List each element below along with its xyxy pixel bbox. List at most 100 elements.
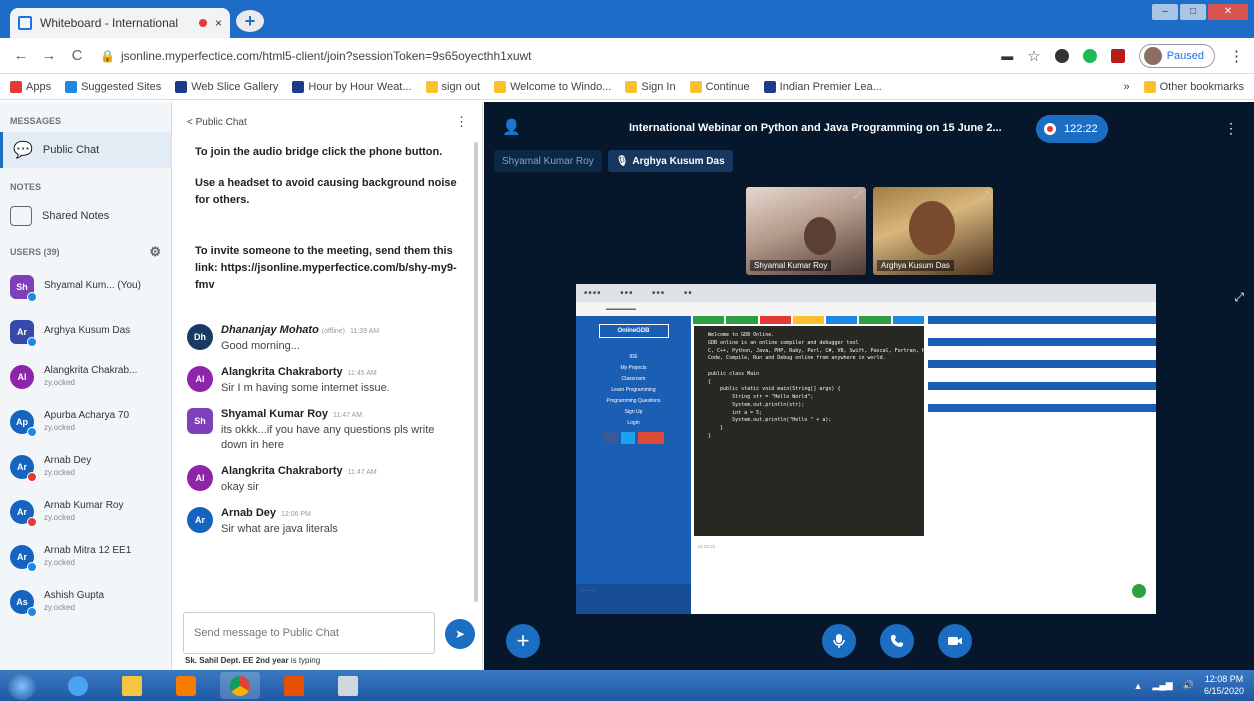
browser-tab[interactable]: Whiteboard - International × <box>10 8 230 38</box>
apps-grid-icon <box>10 80 22 93</box>
chat-options-icon[interactable]: ⋮ <box>455 114 468 130</box>
user-list-toggle-icon[interactable]: 👤 <box>502 118 521 136</box>
screenshare-view: ■ ■ ■ ■ ■ ■ ■ ■ ■ ■ ■ ■ ▬▬▬▬▬▬ OnlineGDB ID… <box>576 284 1156 614</box>
user-list-item[interactable]: Sh Shyamal Kum... (You) <box>0 264 171 309</box>
taskbar-explorer[interactable] <box>112 672 152 699</box>
recording-button[interactable]: 122:22 <box>1036 115 1108 143</box>
shared-side-items: IDE My Projects Classroom Learn Programming… <box>576 354 691 426</box>
actions-plus-button[interactable]: + <box>506 624 540 658</box>
extension-icon[interactable] <box>1054 48 1069 63</box>
share-webcam-button[interactable] <box>938 624 972 658</box>
leave-audio-button[interactable] <box>880 624 914 658</box>
bookmark-item[interactable]: Hour by Hour Weat... <box>292 80 412 93</box>
user-status: zy.ocked <box>44 422 75 432</box>
user-info: Alangkrita Chakrab... zy.ocked <box>44 365 137 388</box>
forward-button[interactable]: → <box>38 47 60 64</box>
user-list-item[interactable]: Al Alangkrita Chakrab... zy.ocked <box>0 354 171 399</box>
bookmark-item[interactable]: Sign In <box>625 80 676 93</box>
user-list: Sh Shyamal Kum... (You) Ar Arghya Kusum Das… <box>0 264 171 624</box>
bookmark-label: Continue <box>705 80 750 93</box>
fullscreen-icon[interactable]: ⤢ <box>854 190 862 201</box>
bookmark-item[interactable]: Continue <box>689 80 750 93</box>
typing-suffix: is typing <box>288 656 321 665</box>
webcam-video[interactable]: ⤢ Arghya Kusum Das <box>873 187 993 275</box>
settings-gear-icon[interactable]: ⚙ <box>149 244 161 260</box>
webcam-video[interactable]: ⤢ Shyamal Kumar Roy <box>746 187 866 275</box>
shared-browser-tabs: ■ ■ ■ ■ ■ ■ ■ ■ ■ ■ ■ ■ <box>576 284 1156 302</box>
bookmark-item[interactable]: Suggested Sites <box>65 80 162 93</box>
profile-button[interactable]: Paused <box>1138 43 1215 68</box>
user-name: Arnab Kumar Roy <box>44 500 124 512</box>
message-body: Shyamal Kumar Roy 11:47 AM its okkk...if y… <box>221 408 461 453</box>
chat-scrollbar[interactable] <box>474 142 478 602</box>
user-list-item[interactable]: As Ashish Gupta zy.ocked <box>0 579 171 624</box>
minimize-button[interactable]: – <box>1152 4 1178 20</box>
user-list-item[interactable]: Ar Arnab Kumar Roy zy.ocked <box>0 489 171 534</box>
user-list-item[interactable]: Ar Arnab Dey zy.ocked <box>0 444 171 489</box>
user-avatar: Ar <box>10 454 37 482</box>
tab-close-button[interactable]: × <box>215 16 222 30</box>
shared-side-item: Programming Questions <box>606 398 661 404</box>
user-avatar: Ar <box>10 544 37 572</box>
shared-gdb-logo: OnlineGDB <box>598 324 669 338</box>
cast-icon[interactable]: ▬ <box>1001 49 1013 63</box>
bookmark-item[interactable]: Indian Premier Lea... <box>763 80 882 93</box>
other-bookmarks[interactable]: Other bookmarks <box>1143 80 1244 93</box>
webcam-name: Arghya Kusum Das <box>877 260 954 271</box>
user-list-item[interactable]: Ar Arnab Mitra 12 EE1 zy.ocked <box>0 534 171 579</box>
bookmark-label: Apps <box>26 80 52 93</box>
taskbar-ie[interactable] <box>58 672 98 699</box>
options-menu-icon[interactable]: ⋮ <box>1224 120 1238 137</box>
chrome-menu-button[interactable]: ⋮ <box>1229 47 1244 65</box>
taskbar-matlab[interactable] <box>274 672 314 699</box>
network-icon[interactable]: ▂▄▆ <box>1153 680 1173 691</box>
user-initials: Ar <box>16 551 27 562</box>
user-avatar: Ar <box>10 319 37 347</box>
message-header: Alangkrita Chakraborty 11:47 AM <box>221 465 461 477</box>
message-header: Shyamal Kumar Roy 11:47 AM <box>221 408 461 420</box>
system-clock[interactable]: 12:08 PM 6/15/2020 <box>1204 674 1244 697</box>
bookmark-label: Suggested Sites <box>81 80 162 93</box>
chat-back-button[interactable]: < Public Chat <box>187 117 247 128</box>
maximize-button[interactable]: □ <box>1180 4 1206 20</box>
bookmark-item[interactable]: Welcome to Windo... <box>494 80 611 93</box>
reload-button[interactable]: C <box>66 47 88 64</box>
user-status: zy.ocked <box>44 602 75 612</box>
bookmark-item[interactable]: Web Slice Gallery <box>175 80 278 93</box>
mute-button[interactable] <box>822 624 856 658</box>
user-list-item[interactable]: Ar Arghya Kusum Das <box>0 309 171 354</box>
back-button[interactable]: ← <box>10 47 32 64</box>
send-message-button[interactable]: ➤ <box>445 619 475 649</box>
user-list-item[interactable]: Ap Apurba Acharya 70 zy.ocked <box>0 399 171 444</box>
close-window-button[interactable]: ✕ <box>1208 4 1248 20</box>
url-field[interactable]: 🔒 jsonline.myperfectice.com/html5-client/… <box>100 49 532 63</box>
bookmark-label: Sign In <box>641 80 676 93</box>
bookmark-apps[interactable]: Apps <box>10 80 52 93</box>
public-chat-item[interactable]: 💬 Public Chat <box>0 132 171 168</box>
user-info: Apurba Acharya 70 zy.ocked <box>44 410 129 433</box>
volume-icon[interactable]: 🔊 <box>1183 680 1194 691</box>
bookmarks-more-button[interactable]: » <box>1124 81 1130 93</box>
user-info: Shyamal Kum... (You) <box>44 280 141 293</box>
extension-green-icon[interactable] <box>1082 48 1097 63</box>
browser-tab-strip: Whiteboard - International × + – □ ✕ <box>0 0 1254 38</box>
message-avatar: Ar <box>187 506 213 533</box>
shared-notes-item[interactable]: Shared Notes <box>0 198 171 234</box>
new-tab-button[interactable]: + <box>236 10 264 32</box>
message-sender: Shyamal Kumar Roy <box>221 407 328 420</box>
chat-message-input[interactable] <box>183 612 435 654</box>
user-avatar: Ar <box>10 499 37 527</box>
bookmark-star-icon[interactable]: ☆ <box>1027 47 1040 65</box>
screenshare-fullscreen-icon[interactable]: ⤢ <box>1234 290 1244 305</box>
pdf-extension-icon[interactable] <box>1110 48 1125 63</box>
taskbar-chrome[interactable] <box>220 672 260 699</box>
user-initials: Al <box>17 371 27 382</box>
tray-arrow-icon[interactable]: ▲ <box>1134 681 1143 691</box>
message-body: Dhananjay Mohato (offline) 11:39 AM Good mo… <box>221 324 461 354</box>
bookmark-item[interactable]: sign out <box>425 80 480 93</box>
fullscreen-icon[interactable]: ⤢ <box>981 190 989 201</box>
user-avatar: Al <box>10 364 34 389</box>
taskbar-notepad[interactable] <box>328 672 368 699</box>
start-button[interactable] <box>8 671 36 700</box>
taskbar-media[interactable] <box>166 672 206 699</box>
